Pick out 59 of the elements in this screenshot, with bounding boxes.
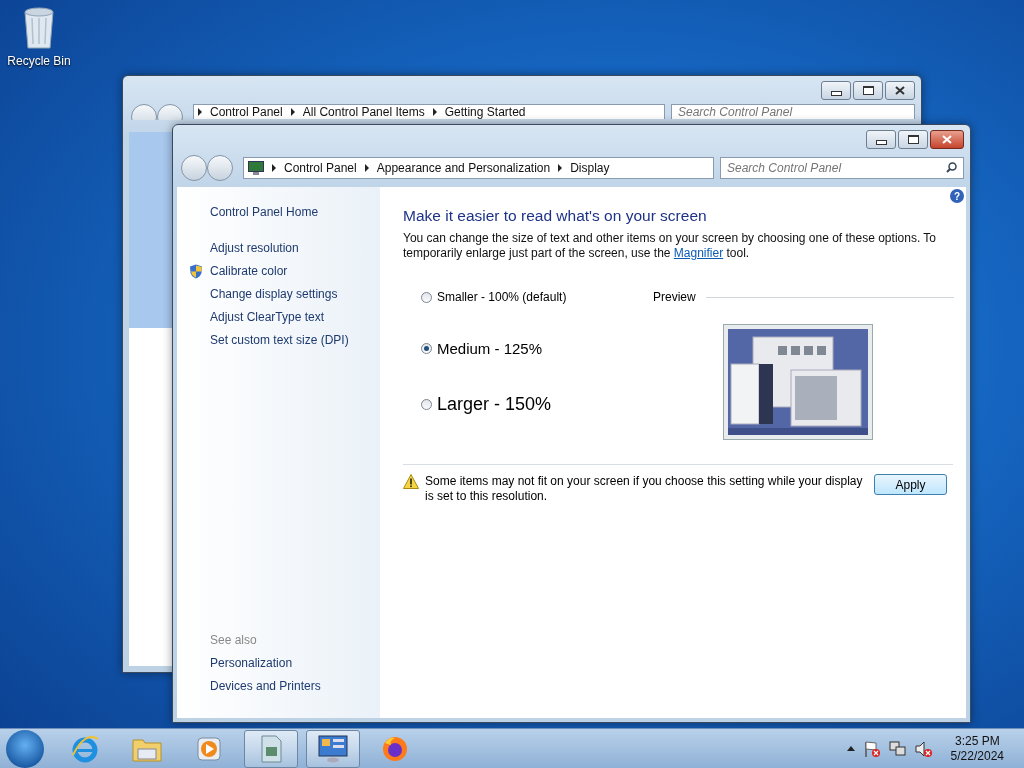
breadcrumb-item[interactable]: Getting Started bbox=[444, 105, 526, 119]
search-icon bbox=[946, 162, 957, 173]
address-bar[interactable]: Control Panel Appearance and Personalization Display bbox=[243, 157, 714, 179]
document-icon bbox=[259, 734, 283, 763]
close-icon bbox=[895, 86, 905, 95]
preview-label: Preview bbox=[653, 290, 696, 304]
minimize-button[interactable] bbox=[821, 81, 851, 100]
warning-text: Some items may not fit on your screen if you choose this setting while your display is set to this resolution. bbox=[425, 474, 864, 504]
letter-e-globe-icon bbox=[71, 734, 99, 763]
sidebar-link[interactable]: Personalization bbox=[210, 652, 380, 675]
media-player-icon bbox=[197, 736, 221, 761]
help-button[interactable]: ? bbox=[950, 189, 964, 203]
option-label[interactable]: Medium - 125% bbox=[437, 339, 543, 357]
close-icon bbox=[942, 135, 952, 144]
apply-button[interactable]: Apply bbox=[874, 474, 947, 495]
sidebar-link[interactable]: Calibrate color bbox=[210, 264, 288, 278]
address-bar[interactable]: Control Panel All Control Panel Items Getting Started bbox=[193, 104, 665, 119]
maximize-button[interactable] bbox=[853, 81, 883, 100]
fox-globe-icon bbox=[381, 734, 409, 763]
magnifier-link[interactable]: Magnifier bbox=[673, 246, 724, 260]
control-panel-icon bbox=[318, 734, 348, 763]
monitor-icon bbox=[248, 161, 264, 175]
sidebar-link[interactable]: Devices and Printers bbox=[210, 675, 380, 698]
search-field[interactable]: Search Control Panel bbox=[671, 104, 915, 119]
radio-button[interactable] bbox=[421, 398, 432, 410]
radio-button[interactable] bbox=[421, 291, 432, 303]
show-hidden-icons-icon[interactable] bbox=[846, 746, 855, 751]
page-heading: Make it easier to read what's on your screen bbox=[403, 207, 708, 225]
see-also-heading: See also bbox=[210, 632, 258, 649]
maximize-button[interactable] bbox=[898, 130, 928, 149]
breadcrumb-item[interactable]: Appearance and Personalization bbox=[376, 161, 551, 175]
flag-error-icon[interactable] bbox=[862, 739, 881, 758]
warning-icon bbox=[403, 474, 419, 489]
speaker-muted-icon[interactable] bbox=[914, 739, 933, 758]
close-button[interactable] bbox=[885, 81, 915, 100]
close-button[interactable] bbox=[930, 130, 964, 149]
taskbar-button[interactable] bbox=[306, 729, 360, 768]
sidebar-link[interactable]: Adjust resolution bbox=[210, 241, 299, 255]
desktop-icon-label[interactable]: Recycle Bin bbox=[7, 54, 71, 68]
option-label[interactable]: Larger - 150% bbox=[437, 393, 552, 415]
search-field[interactable]: Search Control Panel bbox=[720, 157, 964, 179]
minimize-button[interactable] bbox=[866, 130, 896, 149]
breadcrumb-item[interactable]: All Control Panel Items bbox=[302, 105, 425, 119]
start-button[interactable] bbox=[6, 729, 44, 768]
sidebar-link[interactable]: Control Panel Home bbox=[210, 201, 380, 224]
taskbar-button[interactable] bbox=[244, 729, 298, 768]
breadcrumb-item[interactable]: Display bbox=[570, 161, 610, 175]
breadcrumb-item[interactable]: Control Panel bbox=[210, 105, 283, 119]
option-label[interactable]: Smaller - 100% (default) bbox=[437, 290, 567, 304]
sidebar-link[interactable]: Adjust ClearType text bbox=[210, 310, 325, 324]
clock-time[interactable]: 3:25 PM bbox=[954, 733, 1000, 749]
description-text: You can change the size of text and other items on your screen by choosing one of these options. To temporarily enlarge just part of the screen, use the Magnifier tool. bbox=[403, 231, 937, 261]
sidebar-link[interactable]: Change display settings bbox=[210, 287, 338, 301]
clock-date[interactable]: 5/22/2024 bbox=[950, 748, 1004, 764]
radio-button[interactable] bbox=[421, 342, 432, 354]
breadcrumb-item[interactable]: Control Panel bbox=[284, 161, 357, 175]
network-icon[interactable] bbox=[888, 739, 907, 758]
sidebar-link[interactable]: Set custom text size (DPI) bbox=[210, 333, 349, 347]
recycle-bin-icon[interactable] bbox=[22, 6, 56, 50]
